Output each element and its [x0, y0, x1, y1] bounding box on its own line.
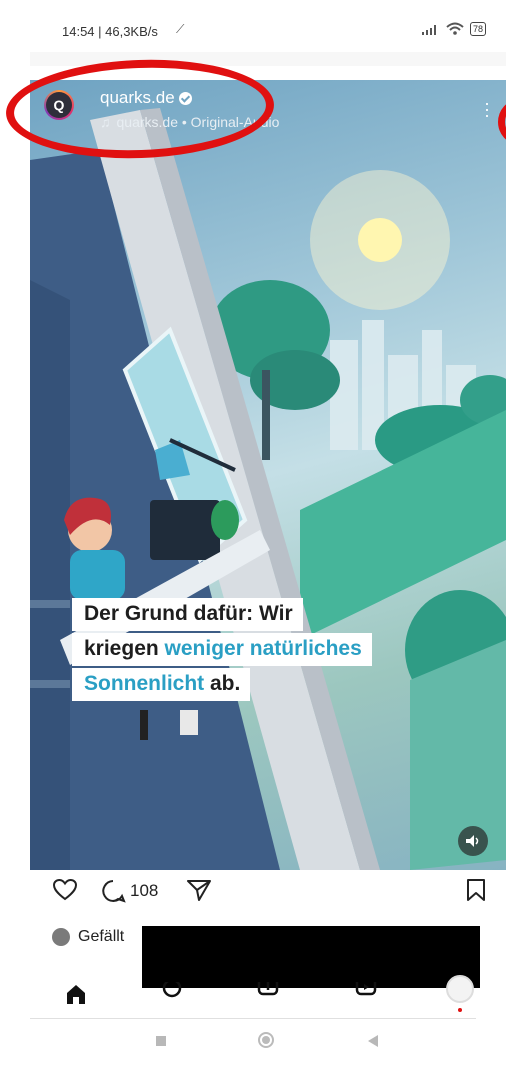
- back-button[interactable]: [368, 1034, 378, 1052]
- bookmark-icon: [467, 879, 485, 901]
- system-nav-bar: [0, 1030, 506, 1065]
- status-time-speed: 14:54 | 46,3KB/s: [62, 24, 158, 39]
- more-options-icon[interactable]: · · ·: [484, 94, 490, 124]
- caption-text-2: kriegen weniger natürliches: [72, 633, 372, 666]
- instagram-reel-screen: 14:54 | 46,3KB/s ⟋ 78 Q quarks.de ♫ quar…: [0, 0, 506, 1065]
- caption-segment: Der Grund dafür: Wir: [84, 602, 293, 625]
- send-icon: [187, 880, 211, 901]
- wifi-icon: [446, 22, 464, 35]
- nav-create[interactable]: [250, 974, 286, 1014]
- home-icon: [67, 985, 85, 1004]
- liker-avatar: [52, 928, 70, 946]
- comment-icon: [102, 880, 126, 903]
- back-triangle-icon: [368, 1035, 378, 1047]
- caption-line-1: Der Grund dafür: Wir: [72, 598, 372, 631]
- reels-icon: [355, 982, 377, 996]
- likes-text: Gefällt: [78, 928, 125, 945]
- nav-profile[interactable]: [442, 974, 478, 1014]
- action-bar: 108: [0, 878, 506, 922]
- reel-illustration: [30, 108, 506, 870]
- nav-home[interactable]: [58, 974, 94, 1014]
- caption-segment: ab.: [204, 672, 241, 695]
- home-button[interactable]: [258, 1032, 274, 1048]
- profile-avatar-icon: [446, 975, 474, 1003]
- reel-video[interactable]: Q quarks.de ♫ quarks.de • Original-Audio …: [30, 80, 506, 870]
- status-bar: 14:54 | 46,3KB/s ⟋ 78: [0, 0, 506, 50]
- cell-signal-icon: [421, 25, 436, 35]
- notification-dot: [458, 1008, 462, 1012]
- search-icon: [162, 982, 182, 998]
- caption-text-3: Sonnenlicht ab.: [72, 668, 251, 701]
- caption-accent-segment: weniger natürliches: [164, 637, 362, 660]
- caption-line-2: kriegen weniger natürliches: [72, 633, 372, 666]
- comment-button[interactable]: 108: [100, 878, 158, 904]
- circle-icon: [258, 1032, 274, 1048]
- nav-search[interactable]: [156, 974, 192, 1014]
- volume-icon[interactable]: [458, 826, 488, 856]
- nav-divider: [30, 1018, 476, 1019]
- comment-count: 108: [130, 881, 159, 900]
- save-button[interactable]: [466, 878, 486, 902]
- heart-icon: [52, 878, 78, 901]
- nav-reels[interactable]: [348, 974, 384, 1014]
- share-button[interactable]: [186, 878, 212, 902]
- create-icon: [257, 982, 279, 996]
- speaker-glyph: [466, 835, 479, 847]
- caption-overlay: Der Grund dafür: Wir kriegen weniger nat…: [72, 598, 372, 703]
- recents-button[interactable]: [156, 1036, 166, 1046]
- caption-text-1: Der Grund dafür: Wir: [72, 598, 303, 631]
- status-icons: 78: [421, 22, 486, 36]
- caption-segment: kriegen: [84, 637, 165, 660]
- battery-icon: 78: [469, 22, 486, 36]
- signal-icon-small: ⟋: [176, 22, 185, 36]
- bottom-nav: [30, 968, 506, 1018]
- square-icon: [156, 1036, 166, 1046]
- caption-accent-segment: Sonnenlicht: [84, 672, 205, 695]
- likes-row[interactable]: Gefällt: [52, 928, 124, 946]
- caption-line-3: Sonnenlicht ab.: [72, 668, 372, 701]
- like-button[interactable]: [52, 878, 78, 902]
